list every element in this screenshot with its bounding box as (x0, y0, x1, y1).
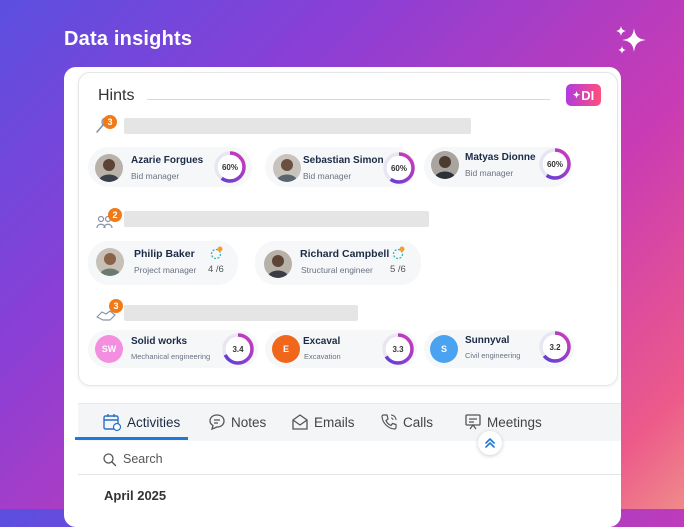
tab-label: Emails (314, 414, 355, 430)
person-name: Richard Campbell (300, 248, 390, 260)
chat-bubble-icon (209, 414, 225, 431)
match-ratio: 5 /6 (390, 264, 406, 275)
avatar (273, 154, 301, 182)
search-icon (103, 452, 117, 466)
skeleton-line (124, 211, 429, 227)
company-name: Excaval (303, 336, 341, 347)
tab-meetings[interactable]: Meetings (464, 410, 542, 434)
rating-label: 3.4 (232, 344, 244, 354)
company-name: Solid works (131, 336, 188, 347)
person-name: Sebastian Simon (303, 155, 384, 166)
search-field[interactable]: Search (102, 449, 163, 469)
chevron-double-up-icon (485, 438, 495, 448)
count-badge: 3 (103, 115, 117, 129)
hints-title: Hints (98, 87, 135, 104)
calendar-icon (103, 414, 122, 432)
skill-match-icon (210, 246, 223, 260)
plus-sparkle-icon: ✦ (572, 89, 581, 100)
search-placeholder: Search (123, 452, 163, 466)
rating-label: 3.2 (549, 342, 561, 352)
rating-ring: 3.4 (221, 332, 255, 366)
person-role: Structural engineer (301, 265, 373, 275)
avatar (431, 151, 459, 179)
company-avatar: S (430, 335, 458, 363)
progress-ring: 60% (382, 151, 416, 185)
di-badge[interactable]: ✦ DI (566, 84, 601, 106)
company-avatar: E (272, 335, 300, 363)
person-role: Project manager (134, 265, 197, 275)
di-badge-label: DI (581, 87, 595, 103)
avatar (264, 250, 292, 278)
divider (78, 474, 621, 475)
avatar (96, 248, 124, 276)
count-badge: 2 (108, 208, 122, 222)
rating-label: 3.3 (392, 344, 404, 354)
company-field: Mechanical engineering (131, 352, 211, 361)
company-name: Sunnyval (465, 335, 510, 346)
avatar (95, 154, 123, 182)
tab-activities[interactable]: Activities (102, 410, 180, 434)
rating-ring: 3.3 (381, 332, 415, 366)
progress-label: 60% (546, 159, 563, 169)
hints-divider (147, 99, 550, 100)
envelope-icon (292, 414, 308, 430)
tab-label: Notes (231, 414, 267, 430)
tab-label: Activities (127, 414, 181, 430)
skeleton-line (124, 118, 471, 134)
presentation-icon (465, 414, 481, 430)
person-name: Philip Baker (134, 248, 195, 260)
collapse-button[interactable] (478, 431, 502, 455)
timeline-month: April 2025 (104, 488, 167, 503)
sparkle-icon (616, 26, 646, 54)
company-field: Civil engineering (465, 351, 521, 360)
progress-ring: 60% (538, 147, 572, 181)
company-avatar: SW (95, 335, 123, 363)
rating-ring: 3.2 (538, 330, 572, 364)
skill-match-icon (392, 246, 405, 260)
tab-calls[interactable]: Calls (380, 410, 433, 434)
tab-label: Calls (403, 414, 434, 430)
tab-notes[interactable]: Notes (208, 410, 266, 434)
progress-ring: 60% (213, 150, 247, 184)
person-name: Azarie Forgues (131, 155, 204, 166)
person-role: Bid manager (303, 171, 352, 181)
page-title: Data insights (64, 28, 193, 50)
count-badge: 3 (109, 299, 123, 313)
phone-icon (381, 414, 397, 430)
tab-emails[interactable]: Emails (291, 410, 355, 434)
tab-label: Meetings (487, 414, 542, 430)
active-tab-indicator (75, 437, 188, 440)
progress-label: 60% (221, 162, 238, 172)
person-name: Matyas Dionne (465, 152, 536, 163)
person-role: Bid manager (131, 171, 180, 181)
match-ratio: 4 /6 (208, 264, 224, 275)
progress-label: 60% (390, 163, 407, 173)
skeleton-line (124, 305, 358, 321)
person-role: Bid manager (465, 168, 514, 178)
company-field: Excavation (304, 352, 341, 361)
